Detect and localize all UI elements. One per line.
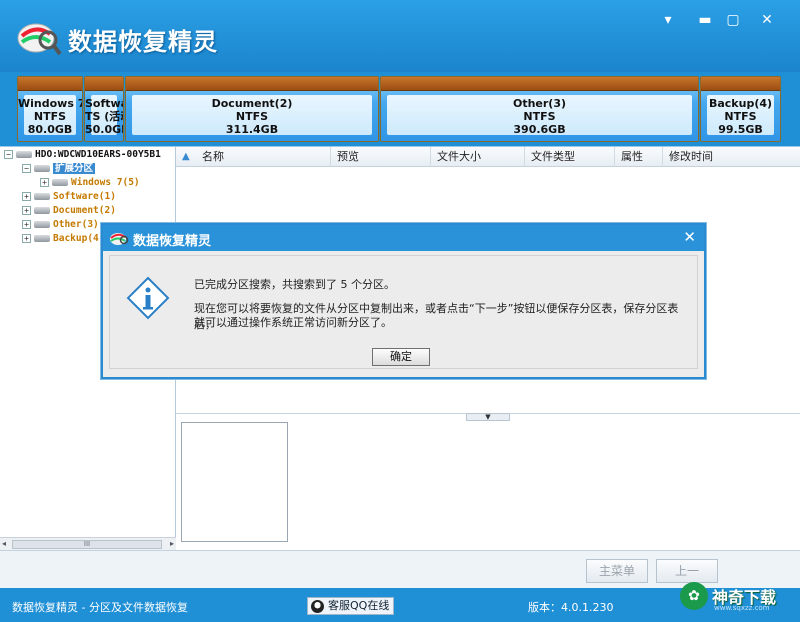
scroll-right-icon[interactable]: ▸ — [170, 539, 174, 548]
collapse-icon[interactable]: − — [22, 164, 31, 173]
column-type[interactable]: 文件类型 — [524, 147, 614, 167]
version-text: 版本：4.0.1.230 — [528, 601, 614, 614]
partition-block[interactable]: Document(2) NTFS 311.4GB — [125, 76, 379, 142]
main-menu-button[interactable]: 主菜单 — [586, 559, 648, 583]
app-title: 数据恢复精灵 — [68, 28, 218, 56]
ok-button[interactable]: 确定 — [372, 348, 430, 366]
dialog-message-line: 就可以通过操作系统正常访问新分区了。 — [194, 316, 392, 329]
menu-dropdown-icon[interactable]: ▾ — [657, 10, 679, 30]
partition-icon — [52, 179, 68, 186]
expand-icon[interactable]: + — [22, 220, 31, 229]
watermark-icon: ✿ — [680, 582, 708, 610]
partition-icon — [34, 165, 50, 172]
tree-partition-item[interactable]: + Software(1) — [22, 190, 116, 204]
up-folder-icon[interactable]: ▲ — [182, 151, 190, 162]
watermark-logo: ✿ 神奇下载 www.sqxzz.com — [680, 578, 798, 618]
file-list-header: ▲ 名称 预览 文件大小 文件类型 属性 修改时间 — [176, 147, 800, 167]
app-window: 数据恢复精灵 ▾ ▬ ▢ ✕ Windows 7(5)NTFS80.0GB So… — [0, 0, 800, 622]
expand-icon[interactable]: + — [40, 178, 49, 187]
partition-block[interactable]: Other(3) NTFS 390.6GB — [380, 76, 699, 142]
column-name[interactable]: 名称 — [196, 147, 332, 167]
dialog-title-bar: 数据恢复精灵 ✕ — [103, 225, 704, 251]
minimize-button[interactable]: ▬ — [694, 10, 716, 30]
expand-icon[interactable]: + — [22, 192, 31, 201]
tree-partition-item[interactable]: + Windows 7(5) — [40, 176, 140, 190]
expand-icon[interactable]: + — [22, 234, 31, 243]
scroll-left-icon[interactable]: ◂ — [2, 539, 6, 548]
partition-icon — [34, 221, 50, 228]
dialog-body: 已完成分区搜索，共搜索到了 5 个分区。 现在您可以将要恢复的文件从分区中复制出… — [109, 255, 698, 369]
thumbnail-preview — [181, 422, 288, 542]
maximize-button[interactable]: ▢ — [722, 10, 744, 30]
collapse-icon[interactable]: − — [4, 150, 13, 159]
expand-icon[interactable]: + — [22, 206, 31, 215]
title-bar: 数据恢复精灵 ▾ ▬ ▢ ✕ — [0, 0, 800, 72]
close-button[interactable]: ✕ — [756, 10, 778, 30]
tree-extended-item[interactable]: − 扩展分区 — [22, 162, 96, 176]
qq-support-button[interactable]: 客服QQ在线 — [307, 597, 395, 615]
app-logo-icon — [17, 23, 62, 56]
partition-icon — [34, 207, 50, 214]
dialog-logo-icon — [110, 233, 129, 245]
tree-horizontal-scrollbar[interactable]: ◂ III ▸ — [0, 537, 176, 551]
column-modified[interactable]: 修改时间 — [662, 147, 800, 167]
tree-disk-item[interactable]: − HDO:WDCWD10EARS-00Y5B1 — [4, 148, 161, 162]
qq-icon — [311, 600, 324, 613]
search-complete-dialog: 数据恢复精灵 ✕ 已完成分区搜索，共搜索到了 5 个分区。 现在您可以将要恢复的… — [101, 223, 706, 379]
scrollbar-thumb[interactable]: III — [12, 540, 162, 549]
tree-partition-item[interactable]: + Document(2) — [22, 204, 116, 218]
partition-block[interactable]: SoftwareTS (活动50.0GB — [84, 76, 124, 142]
status-text: 数据恢复精灵 - 分区及文件数据恢复 — [12, 601, 188, 614]
column-preview[interactable]: 预览 — [330, 147, 430, 167]
column-size[interactable]: 文件大小 — [430, 147, 524, 167]
dialog-title: 数据恢复精灵 — [133, 234, 212, 249]
tree-partition-item[interactable]: + Backup(4) — [22, 232, 104, 246]
disk-icon — [16, 151, 32, 158]
preview-panel: ▼ — [176, 413, 800, 551]
dialog-close-button[interactable]: ✕ — [683, 228, 696, 246]
partition-block[interactable]: Backup(4) NTFS 99.5GB — [700, 76, 781, 142]
tree-partition-item[interactable]: + Other(3) — [22, 218, 99, 232]
dialog-message-line: 已完成分区搜索，共搜索到了 5 个分区。 — [194, 278, 395, 291]
partition-bar: Windows 7(5)NTFS80.0GB SoftwareTS (活动50.… — [0, 72, 800, 146]
column-attributes[interactable]: 属性 — [614, 147, 662, 167]
info-icon — [126, 276, 170, 320]
collapse-preview-icon[interactable]: ▼ — [466, 413, 510, 421]
partition-icon — [34, 235, 50, 242]
partition-icon — [34, 193, 50, 200]
partition-block[interactable]: Windows 7(5)NTFS80.0GB — [17, 76, 83, 142]
